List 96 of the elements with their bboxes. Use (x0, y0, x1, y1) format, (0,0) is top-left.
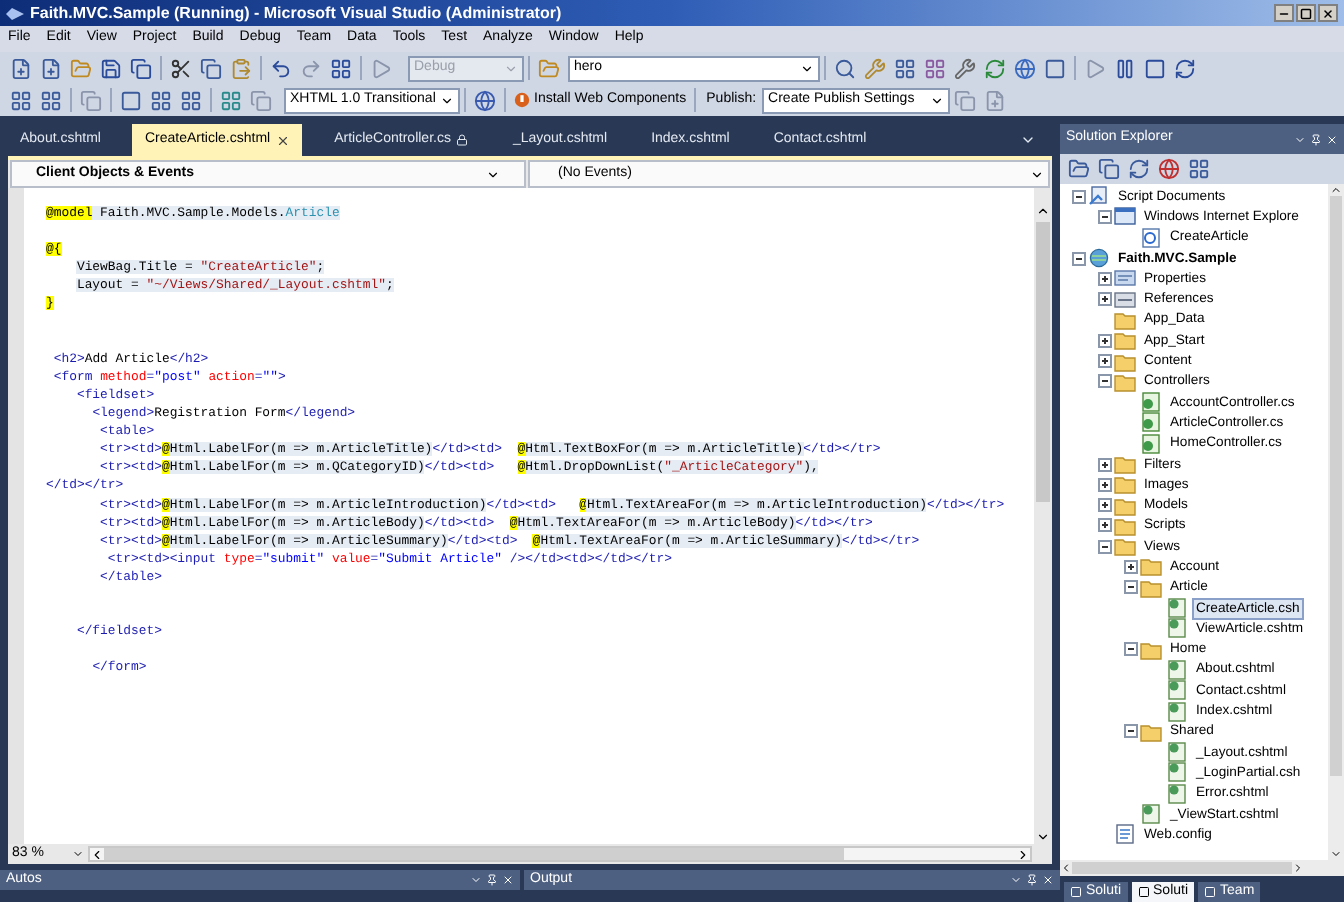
file-icon (1166, 680, 1188, 701)
dropdown-icon[interactable] (470, 874, 482, 886)
dropdown-icon (440, 93, 454, 107)
restart-icon[interactable] (1174, 57, 1196, 79)
file-icon (1140, 392, 1162, 413)
folder-icon (1114, 536, 1136, 557)
start-icon[interactable] (370, 57, 392, 79)
pin-icon[interactable] (1026, 874, 1038, 886)
folder-icon (1114, 474, 1136, 495)
dropdown-icon[interactable] (1294, 133, 1306, 145)
minimize-button[interactable] (1274, 4, 1294, 22)
dropdown-icon (486, 167, 500, 181)
globe-icon (1088, 248, 1110, 269)
file-icon (1140, 412, 1162, 433)
page-icon (1140, 227, 1162, 248)
tab-icon (1137, 886, 1150, 898)
lock-icon (456, 134, 469, 146)
file-icon (1140, 433, 1162, 454)
expand-toggle[interactable] (1097, 518, 1111, 533)
maximize-button[interactable] (1296, 4, 1316, 22)
file-icon (1166, 659, 1188, 680)
maximize-icon (1300, 7, 1312, 19)
references-icon (1114, 289, 1136, 310)
file-icon (1166, 618, 1188, 639)
file-icon (1140, 804, 1162, 825)
expand-toggle[interactable] (1097, 477, 1111, 492)
folder-icon (1140, 577, 1162, 598)
cut-icon[interactable] (170, 57, 192, 79)
close-button[interactable] (1318, 4, 1338, 22)
folder-icon (1114, 330, 1136, 351)
folder-icon (1140, 721, 1162, 742)
expand-toggle[interactable] (1123, 642, 1137, 657)
scroll-down-icon[interactable] (1036, 830, 1050, 844)
expand-toggle[interactable] (1123, 559, 1137, 574)
horizontal-scrollbar[interactable] (88, 846, 1032, 862)
expand-toggle[interactable] (1097, 457, 1111, 471)
new-project-icon[interactable] (10, 57, 32, 79)
pin-icon[interactable] (1310, 133, 1322, 145)
tools-icon[interactable] (954, 57, 976, 79)
close-icon (1322, 7, 1334, 19)
file-icon (1166, 598, 1188, 619)
expand-toggle[interactable] (1123, 580, 1137, 595)
dropdown-icon (930, 93, 945, 107)
file-icon (1166, 742, 1188, 763)
folder-icon (1114, 515, 1136, 536)
copy-icon[interactable] (200, 57, 222, 79)
folder-icon (1140, 556, 1162, 577)
folder-icon (1114, 351, 1136, 372)
tab-icon (1070, 886, 1082, 898)
file-icon (1166, 701, 1188, 722)
dropdown-icon[interactable] (1010, 874, 1022, 886)
expand-toggle[interactable] (1097, 333, 1111, 348)
refresh-icon[interactable] (984, 57, 1006, 79)
config-file-icon (1114, 824, 1136, 845)
expand-toggle[interactable] (1097, 209, 1111, 224)
file-icon (1166, 762, 1188, 783)
folder-icon (1114, 309, 1136, 330)
scroll-up-icon[interactable] (1036, 204, 1050, 218)
window-title: Faith.MVC.Sample (Running) - Microsoft Visual Studio (Administrator) (30, 1, 562, 25)
dropdown-icon (1030, 167, 1044, 181)
expand-toggle[interactable] (1097, 539, 1111, 554)
expand-toggle[interactable] (1071, 251, 1085, 266)
tab-icon (1204, 886, 1217, 898)
save-icon[interactable] (100, 57, 122, 79)
dropdown-icon (504, 61, 518, 75)
file-icon (1166, 783, 1188, 804)
pin-icon[interactable] (486, 874, 498, 886)
expand-toggle[interactable] (1097, 354, 1111, 369)
install-icon (514, 92, 530, 108)
expand-toggle[interactable] (1071, 189, 1085, 204)
scroll-right-icon[interactable] (1016, 847, 1030, 861)
refresh-icon[interactable] (1128, 158, 1150, 180)
folder-icon (1140, 639, 1162, 660)
undo-icon[interactable] (270, 57, 292, 79)
pause-icon[interactable] (1114, 57, 1136, 79)
validation-icon[interactable] (474, 89, 496, 111)
documents-icon (1088, 186, 1110, 207)
folder-icon (1114, 495, 1136, 516)
vertical-scrollbar[interactable] (1034, 188, 1052, 844)
app-icon (6, 5, 24, 21)
minimize-icon (1278, 7, 1290, 19)
tab-list-icon[interactable] (1020, 132, 1036, 148)
folder-icon (1114, 454, 1136, 474)
expand-toggle[interactable] (1097, 292, 1111, 307)
scroll-left-icon[interactable] (90, 847, 104, 861)
close-icon[interactable] (276, 133, 291, 147)
find-icon[interactable] (834, 57, 856, 79)
dropdown-icon (800, 61, 814, 75)
expand-toggle[interactable] (1097, 374, 1111, 389)
expand-toggle[interactable] (1123, 724, 1137, 739)
expand-toggle[interactable] (1097, 498, 1111, 513)
folder-icon (1114, 371, 1136, 392)
stop-icon[interactable] (1144, 57, 1166, 79)
browser-icon[interactable] (1014, 57, 1036, 79)
dropdown-icon (72, 848, 84, 860)
expand-toggle[interactable] (1097, 271, 1111, 286)
